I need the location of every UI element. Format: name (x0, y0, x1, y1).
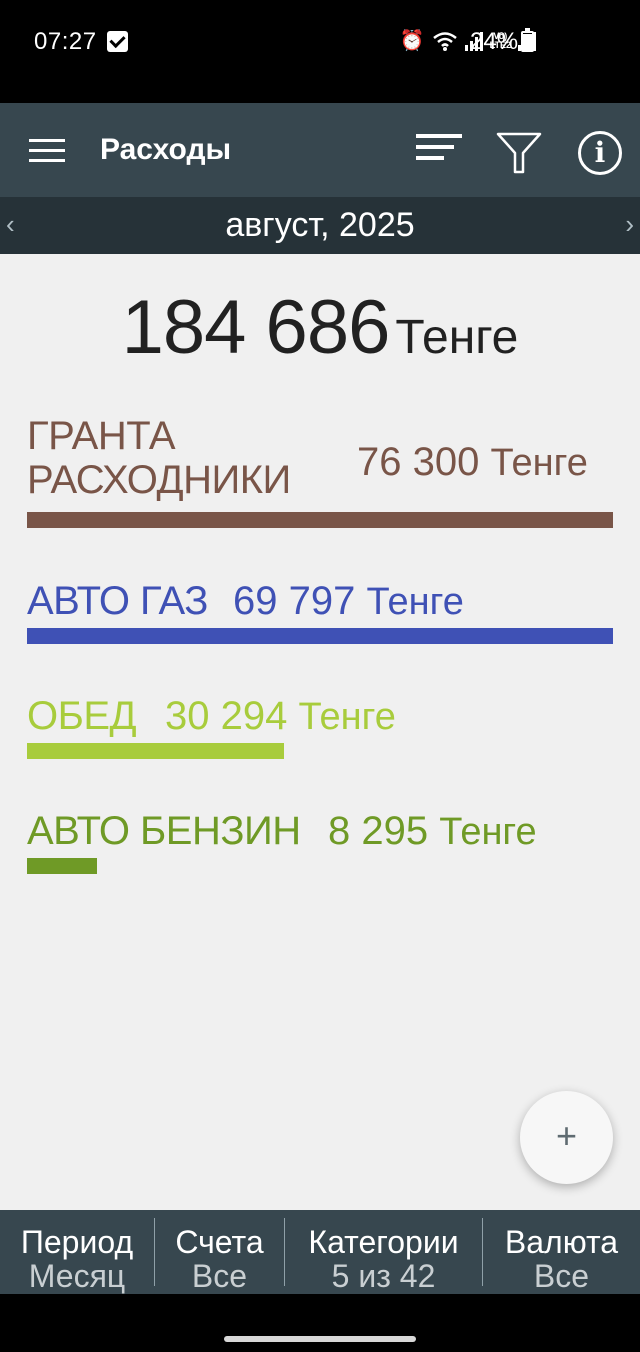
tab-title: Валюта (504, 1224, 619, 1260)
category-bar (27, 743, 284, 759)
wifi-icon (432, 32, 457, 51)
total-amount: 184 686 Тенге (0, 284, 640, 371)
tab-title: Период (20, 1224, 134, 1260)
chevron-right-icon[interactable]: › (625, 209, 634, 240)
category-name: ГРАНТА РАСХОДНИКИ (27, 414, 291, 502)
tab-value: Месяц (28, 1258, 126, 1294)
category-name: АВТО ГАЗ (27, 579, 208, 623)
sort-icon[interactable] (416, 134, 462, 166)
expense-summary: 184 686 Тенге ГРАНТА РАСХОДНИКИ 76 300 Тен… (0, 254, 640, 1210)
total-value: 184 686 (121, 285, 391, 370)
home-gesture-handle[interactable] (224, 1336, 416, 1342)
info-icon[interactable]: i (578, 131, 622, 175)
category-bar (27, 512, 613, 528)
category-name: АВТО БЕНЗИН (27, 809, 301, 853)
category-name: ОБЕД (27, 694, 137, 738)
tab-title: Категории (308, 1224, 459, 1260)
category-item[interactable]: ОБЕД 30 294 Тенге (27, 694, 613, 760)
filter-icon[interactable] (496, 131, 542, 175)
category-bar (27, 628, 613, 644)
category-item[interactable]: ГРАНТА РАСХОДНИКИ 76 300 Тенге (27, 414, 613, 530)
status-bar: 07:27 ⏰ Vo) LTE2 24% (0, 0, 640, 103)
checkbox-notification-icon (107, 31, 128, 52)
tab-categories[interactable]: Категории 5 из 42 (285, 1210, 482, 1294)
battery-percent: 24% (470, 28, 519, 55)
tab-title: Счета (175, 1224, 264, 1260)
tab-period[interactable]: Период Месяц (0, 1210, 154, 1294)
period-selector: ‹ август, 2025 › (0, 197, 640, 254)
tab-value: 5 из 42 (331, 1258, 436, 1294)
tab-value: Все (191, 1258, 248, 1294)
category-amount: 69 797 Тенге (233, 579, 464, 623)
category-amount: 76 300 Тенге (357, 440, 588, 484)
category-item[interactable]: АВТО БЕНЗИН 8 295 Тенге (27, 809, 613, 875)
tab-currency[interactable]: Валюта Все (483, 1210, 640, 1294)
system-navigation-bar (0, 1294, 640, 1352)
tab-accounts[interactable]: Счета Все (155, 1210, 284, 1294)
period-label[interactable]: август, 2025 (0, 206, 640, 245)
category-amount: 30 294 Тенге (165, 694, 396, 738)
category-item[interactable]: АВТО ГАЗ 69 797 Тенге (27, 579, 613, 645)
menu-icon[interactable] (29, 139, 65, 163)
battery-icon (521, 28, 534, 52)
category-bar (27, 858, 97, 874)
total-currency: Тенге (395, 311, 519, 364)
app-toolbar: Расходы i (0, 103, 640, 197)
page-title: Расходы (100, 133, 232, 166)
status-time: 07:27 (34, 28, 97, 55)
filter-tabs: Период Месяц Счета Все Категории 5 из 42… (0, 1210, 640, 1294)
tab-value: Все (533, 1258, 590, 1294)
add-expense-button[interactable]: + (520, 1091, 613, 1184)
category-amount: 8 295 Тенге (328, 809, 537, 853)
alarm-icon: ⏰ (399, 30, 425, 52)
